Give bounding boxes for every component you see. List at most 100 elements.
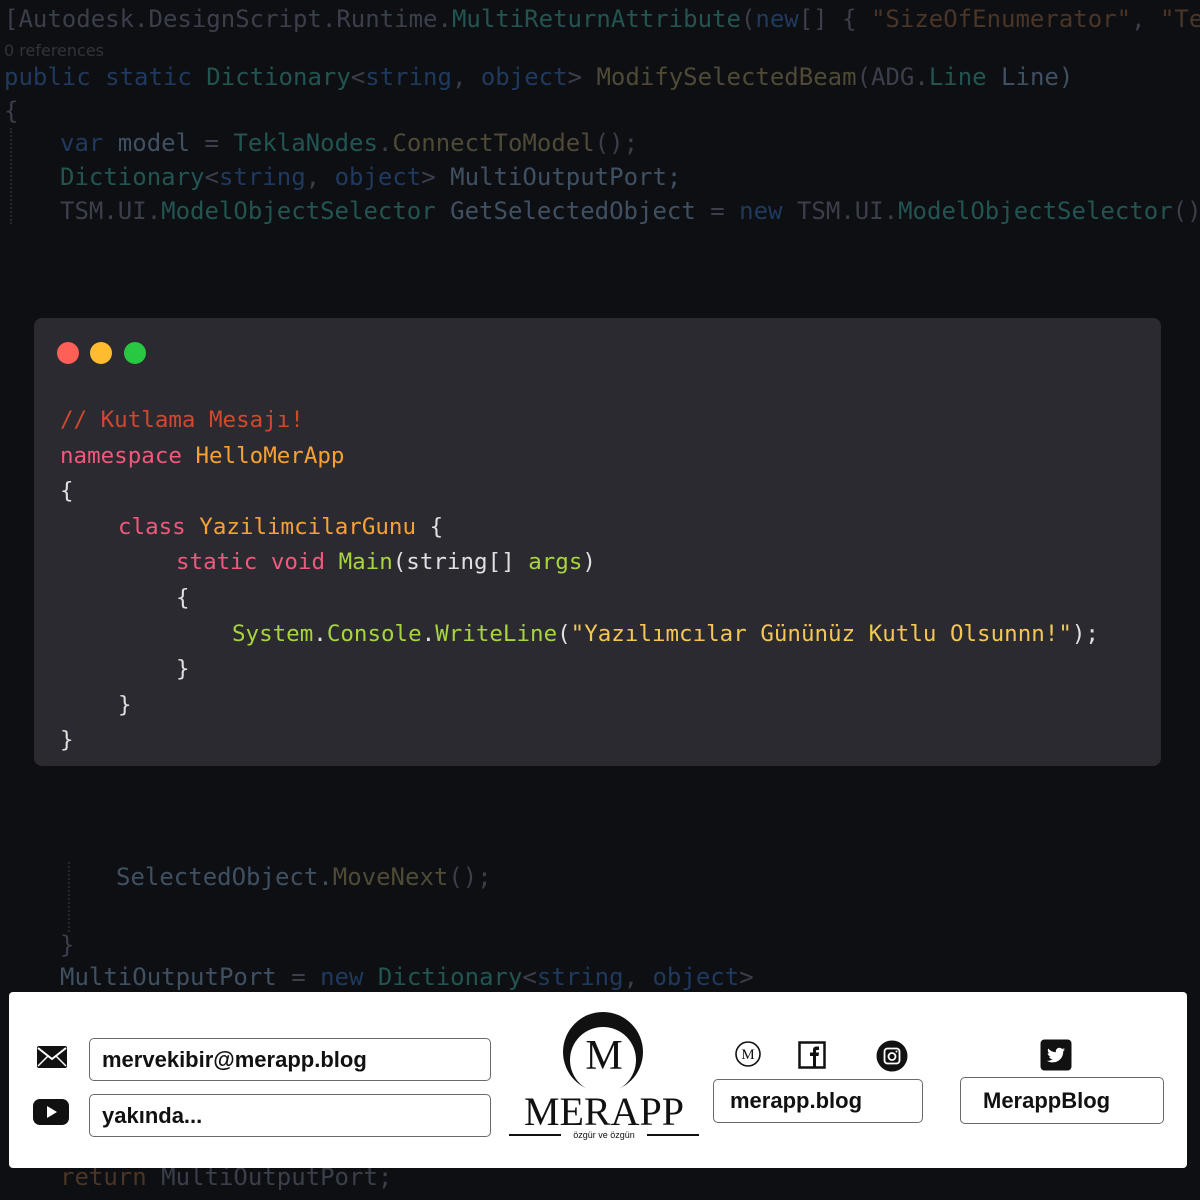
contact-footer: mervekibir@merapp.blog yakında... M MERA… xyxy=(9,992,1187,1168)
code-token: ModelObjectSelector xyxy=(161,197,436,225)
dot: . xyxy=(421,621,436,647)
indent-guide xyxy=(68,862,70,932)
twitter-text: MerappBlog xyxy=(983,1087,1111,1113)
string-type: string xyxy=(406,549,488,575)
code-line-method-signature: public static Dictionary<string, object>… xyxy=(4,62,1073,92)
code-line-multioutput: MultiOutputPort = new Dictionary<string,… xyxy=(60,962,754,992)
code-brace-line: } xyxy=(118,687,132,723)
main-function: Main xyxy=(338,549,393,575)
blog-logo-icon: M xyxy=(735,1041,761,1067)
code-token: . xyxy=(377,129,393,157)
code-token: ModelObjectSelector xyxy=(898,197,1173,225)
envelope-icon xyxy=(37,1046,67,1068)
code-token: < xyxy=(350,63,366,91)
code-token: GetSelectedObject xyxy=(435,197,711,225)
code-token: > xyxy=(567,63,597,91)
facebook-icon[interactable] xyxy=(798,1041,826,1069)
code-namespace-line: namespace HelloMerApp xyxy=(60,438,344,474)
code-brace-line: { xyxy=(176,580,190,616)
code-token: < xyxy=(522,963,537,991)
code-main-line: static void Main(string[] args) xyxy=(176,544,596,580)
system-token: System xyxy=(232,621,314,647)
code-token: (); xyxy=(1172,197,1200,225)
code-line-close-brace: } xyxy=(60,931,75,959)
code-token: , xyxy=(1131,5,1160,33)
code-line-selector: TSM.UI.ModelObjectSelector GetSelectedOb… xyxy=(60,196,1200,226)
console-token: Console xyxy=(326,621,422,647)
code-token: Line xyxy=(928,63,987,91)
open-brace: { xyxy=(60,478,74,504)
code-token: [Autodesk.DesignScript.Runtime. xyxy=(4,5,452,33)
code-token: object xyxy=(652,963,740,991)
minimize-window-dot[interactable] xyxy=(90,342,112,364)
class-name: YazilimcilarGunu xyxy=(199,514,417,540)
code-token: Dictionary xyxy=(363,963,523,991)
class-keyword: class xyxy=(118,514,186,540)
code-token: string xyxy=(218,163,306,191)
logo-name: MERAPP xyxy=(523,1089,685,1134)
code-token: = xyxy=(276,963,321,991)
code-line-attribute: [Autodesk.DesignScript.Runtime.MultiRetu… xyxy=(4,4,1200,34)
code-token: new xyxy=(755,5,799,33)
code-token: new xyxy=(320,963,364,991)
code-line-open-brace: { xyxy=(4,97,19,125)
code-token: ( xyxy=(740,5,756,33)
code-token: var xyxy=(60,129,104,157)
class-brace: { xyxy=(416,514,444,540)
array-brackets: [] xyxy=(487,549,529,575)
code-token: TeklaNodes xyxy=(233,129,378,157)
dot: . xyxy=(313,621,327,647)
code-token: object xyxy=(334,163,422,191)
code-token: TSM.UI. xyxy=(782,197,899,225)
code-token: > xyxy=(421,163,451,191)
website-field[interactable]: merapp.blog xyxy=(713,1079,923,1123)
twitter-icon[interactable] xyxy=(1040,1039,1072,1071)
code-token: model xyxy=(103,129,205,157)
code-token: "Tekl xyxy=(1159,5,1200,33)
logo-tagline: özgür ve özgün xyxy=(573,1130,635,1140)
namespace-name: HelloMerApp xyxy=(195,443,345,469)
indent-guide xyxy=(10,128,12,224)
code-line-dictionary: Dictionary<string, object> MultiOutputPo… xyxy=(60,162,681,192)
args-param: args xyxy=(528,549,583,575)
paren: ) xyxy=(582,549,596,575)
instagram-icon[interactable] xyxy=(876,1040,908,1072)
youtube-icon xyxy=(33,1099,69,1125)
code-token: < xyxy=(204,163,219,191)
namespace-keyword: namespace xyxy=(60,443,182,469)
youtube-field[interactable]: yakında... xyxy=(89,1094,491,1137)
code-token: , xyxy=(305,163,335,191)
code-token: static xyxy=(90,63,207,91)
code-token: , xyxy=(451,63,481,91)
code-token: TSM.UI. xyxy=(60,197,162,225)
paren: ); xyxy=(1071,621,1099,647)
writeline-token: WriteLine xyxy=(435,621,558,647)
code-token: SelectedObject. xyxy=(116,863,333,891)
website-text: merapp.blog xyxy=(730,1088,863,1113)
maximize-window-dot[interactable] xyxy=(124,342,146,364)
code-brace-line: } xyxy=(176,651,190,687)
code-token: (ADG. xyxy=(856,63,929,91)
paren: ( xyxy=(392,549,407,575)
code-token: ModifySelectedBeam xyxy=(596,63,857,91)
logo-letter: M xyxy=(585,1033,623,1079)
code-window: // Kutlama Mesajı! namespace HelloMerApp… xyxy=(34,318,1161,766)
code-token: public xyxy=(4,63,91,91)
code-token: MultiOutputPort; xyxy=(450,163,682,191)
code-token: ConnectToModel xyxy=(392,129,595,157)
code-brace-line: } xyxy=(60,722,74,758)
twitter-field[interactable]: MerappBlog xyxy=(960,1077,1164,1124)
code-token: object xyxy=(480,63,568,91)
code-line-model: var model = TeklaNodes.ConnectToModel(); xyxy=(60,128,638,158)
close-window-dot[interactable] xyxy=(57,342,79,364)
open-brace: { xyxy=(176,585,190,611)
merapp-logo: M MERAPP özgür ve özgün xyxy=(509,1010,699,1140)
code-writeline-line: System.Console.WriteLine("Yazılımcılar G… xyxy=(232,616,1099,652)
close-brace: } xyxy=(60,727,74,753)
code-comment-line: // Kutlama Mesajı! xyxy=(60,402,304,438)
code-token: MultiReturnAttribute xyxy=(451,5,741,33)
code-line-movenext: SelectedObject.MoveNext(); xyxy=(116,862,492,892)
email-field[interactable]: mervekibir@merapp.blog xyxy=(89,1038,491,1081)
code-token: (); xyxy=(448,863,492,891)
code-token: string xyxy=(536,963,624,991)
